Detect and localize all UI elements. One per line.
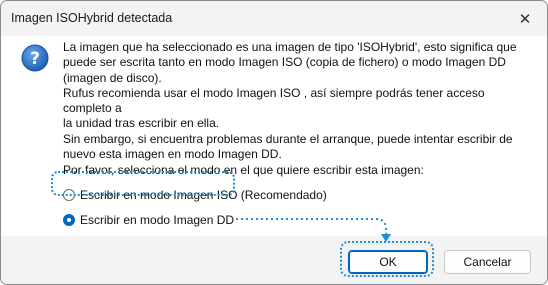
radio-dd-mode[interactable]: Escribir en modo Imagen DD — [63, 213, 234, 227]
title-bar: Imagen ISOHybrid detectada ✕ — [1, 1, 547, 36]
window-title: Imagen ISOHybrid detectada — [11, 11, 173, 25]
cancel-button[interactable]: Cancelar — [444, 250, 531, 274]
svg-text:?: ? — [30, 49, 40, 69]
dd-option-highlight — [51, 171, 235, 196]
radio-button-checked[interactable] — [63, 214, 75, 226]
button-bar: OK Cancelar — [1, 236, 547, 284]
message-text: La imagen que ha seleccionado es una ima… — [63, 40, 533, 162]
close-icon[interactable]: ✕ — [511, 7, 539, 31]
dialog-window: Imagen ISOHybrid detectada ✕ ? La imagen… — [0, 0, 548, 285]
message-paragraph: Sin embargo, si encuentra problemas dura… — [63, 131, 513, 162]
message-paragraph: La imagen que ha seleccionado es una ima… — [63, 40, 517, 85]
dialog-content: ? La imagen que ha seleccionado es una i… — [1, 36, 547, 236]
radio-dd-label[interactable]: Escribir en modo Imagen DD — [80, 213, 234, 227]
ok-button-highlight — [340, 241, 434, 277]
question-icon: ? — [21, 44, 49, 72]
message-paragraph: Rufus recomienda usar el modo Imagen ISO… — [63, 85, 485, 131]
